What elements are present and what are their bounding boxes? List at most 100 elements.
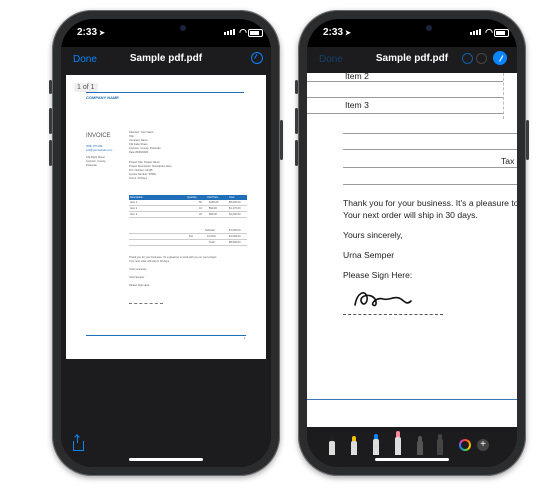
header-rule	[86, 92, 244, 93]
silent-switch	[49, 80, 52, 94]
cellular-signal-icon	[224, 29, 235, 35]
right-phone: 2:33 ➤ ◠ Done Sample pdf.pdf Item 2 Item …	[295, 10, 529, 476]
info-line: Project Title: Project Name	[129, 161, 160, 164]
company-name: COMPANY NAME	[86, 95, 119, 100]
notch	[118, 19, 214, 41]
info-line: Invoice Number: 97890	[129, 173, 156, 176]
battery-icon	[494, 29, 509, 37]
marker-tip	[352, 436, 356, 441]
closing-line: Urna Semper	[129, 276, 145, 279]
camera	[426, 25, 432, 31]
table-header-cell: Unit Price	[207, 196, 219, 199]
table-cell: $5,000.00	[229, 201, 241, 204]
pdf-page-zoomed[interactable]: Item 2 Item 3 Tax Thank you for your bus…	[307, 73, 517, 427]
address-line: Postcode	[86, 164, 97, 167]
info-line: P.O. Number: 12345	[129, 169, 153, 172]
info-line: Date 05/05/2020	[129, 151, 149, 154]
info-line: Company Name	[129, 139, 148, 142]
cellular-signal-icon	[470, 29, 481, 35]
ruler-icon[interactable]	[437, 434, 443, 455]
table-cell: $1,000.00	[229, 213, 241, 216]
wifi-icon: ◠	[239, 27, 247, 37]
sign-here-label: Please Sign Here:	[343, 270, 413, 280]
table-cell: Item 2	[130, 207, 138, 210]
share-icon[interactable]	[73, 435, 84, 451]
undo-icon[interactable]	[462, 53, 473, 64]
markup-icon[interactable]	[251, 52, 263, 64]
redo-icon[interactable]	[476, 53, 487, 64]
info-line: 432 Fake Street	[129, 143, 148, 146]
item-3-cell: Item 3	[345, 100, 369, 110]
silent-switch	[295, 80, 298, 94]
shipping-line: Your next order will ship in 30 days.	[343, 210, 478, 220]
nav-bar: Done Sample pdf.pdf	[61, 47, 271, 73]
page-indicator: 1 of 1	[74, 83, 98, 92]
eraser-icon[interactable]	[395, 431, 401, 455]
invoice-table: Description Quantity Unit Price Cost Ite…	[129, 195, 247, 246]
bottom-toolbar	[61, 373, 271, 467]
table-cell: 10	[199, 207, 202, 210]
total-label: Subtotal	[205, 229, 215, 232]
phone-text: (555) 787-999	[86, 145, 103, 148]
sincerely-line: Yours sincerely,	[343, 230, 403, 240]
closing-line: Please Sign Here:	[129, 284, 150, 287]
location-arrow-icon: ➤	[99, 30, 105, 37]
status-time: 2:33 ➤	[77, 27, 105, 38]
signature-drawing[interactable]	[351, 283, 421, 313]
add-button[interactable]: +	[477, 439, 489, 451]
table-cell: $1,170.00	[229, 207, 241, 210]
table-cell: Item 3	[130, 213, 138, 216]
markup-toolbar: +	[307, 427, 517, 467]
side-button	[526, 120, 529, 160]
closing-line: Your next order will ship in 30 days.	[129, 260, 170, 263]
footer-rule	[86, 335, 246, 336]
table-line	[343, 184, 517, 185]
table-cell: 50	[199, 201, 202, 204]
info-line: Terms: 30 Days	[129, 177, 148, 180]
battery-icon	[248, 29, 263, 37]
home-indicator[interactable]	[129, 458, 203, 461]
lasso-icon[interactable]	[417, 436, 423, 455]
pen-icon[interactable]	[329, 436, 335, 455]
column-guide	[503, 73, 504, 119]
info-line: Project Description: Description Here	[129, 165, 172, 168]
total-value: $8,094.00	[229, 241, 241, 244]
volume-down-button	[295, 140, 298, 166]
item-2-cell: Item 2	[345, 73, 369, 81]
left-screen: 2:33 ➤ ◠ Done Sample pdf.pdf 1 of 1 COMPA…	[61, 19, 271, 467]
table-cell: $90.00	[209, 207, 217, 210]
side-button	[280, 120, 283, 160]
volume-up-button	[49, 108, 52, 134]
total-label: Total	[209, 241, 215, 244]
table-cell: $100.00	[209, 201, 219, 204]
home-indicator[interactable]	[375, 458, 449, 461]
info-line: Title	[129, 135, 134, 138]
table-header-cell: Cost	[229, 196, 235, 199]
notch	[364, 19, 460, 41]
closing-line: Thank you for your business. It's a plea…	[129, 256, 218, 259]
total-row: Total $8,094.00	[129, 240, 247, 246]
page-number: 1	[244, 337, 246, 340]
tax-label: Tax	[501, 156, 515, 166]
table-header-cell: Description	[130, 196, 143, 199]
eraser-tip	[396, 431, 400, 437]
status-time: 2:33 ➤	[323, 27, 351, 38]
total-label: Tax	[189, 235, 194, 238]
camera	[180, 25, 186, 31]
wifi-icon: ◠	[485, 27, 493, 37]
nav-bar: Done Sample pdf.pdf	[307, 47, 517, 73]
pdf-viewer[interactable]: 1 of 1 COMPANY NAME INVOICE (555) 787-99…	[61, 73, 271, 373]
left-phone: 2:33 ➤ ◠ Done Sample pdf.pdf 1 of 1 COMPA…	[49, 10, 283, 476]
address-line: 123 Right Street	[86, 156, 105, 159]
marker-icon[interactable]	[351, 436, 357, 455]
table-line	[343, 149, 517, 150]
volume-down-button	[49, 140, 52, 166]
volume-up-button	[295, 108, 298, 134]
table-line	[343, 133, 517, 134]
location-arrow-icon: ➤	[345, 30, 351, 37]
pencil-icon[interactable]	[373, 434, 379, 455]
total-value: $1,094.00	[229, 235, 241, 238]
color-picker-icon[interactable]	[459, 439, 471, 451]
signature-line	[129, 303, 163, 304]
markup-icon[interactable]	[493, 51, 507, 65]
